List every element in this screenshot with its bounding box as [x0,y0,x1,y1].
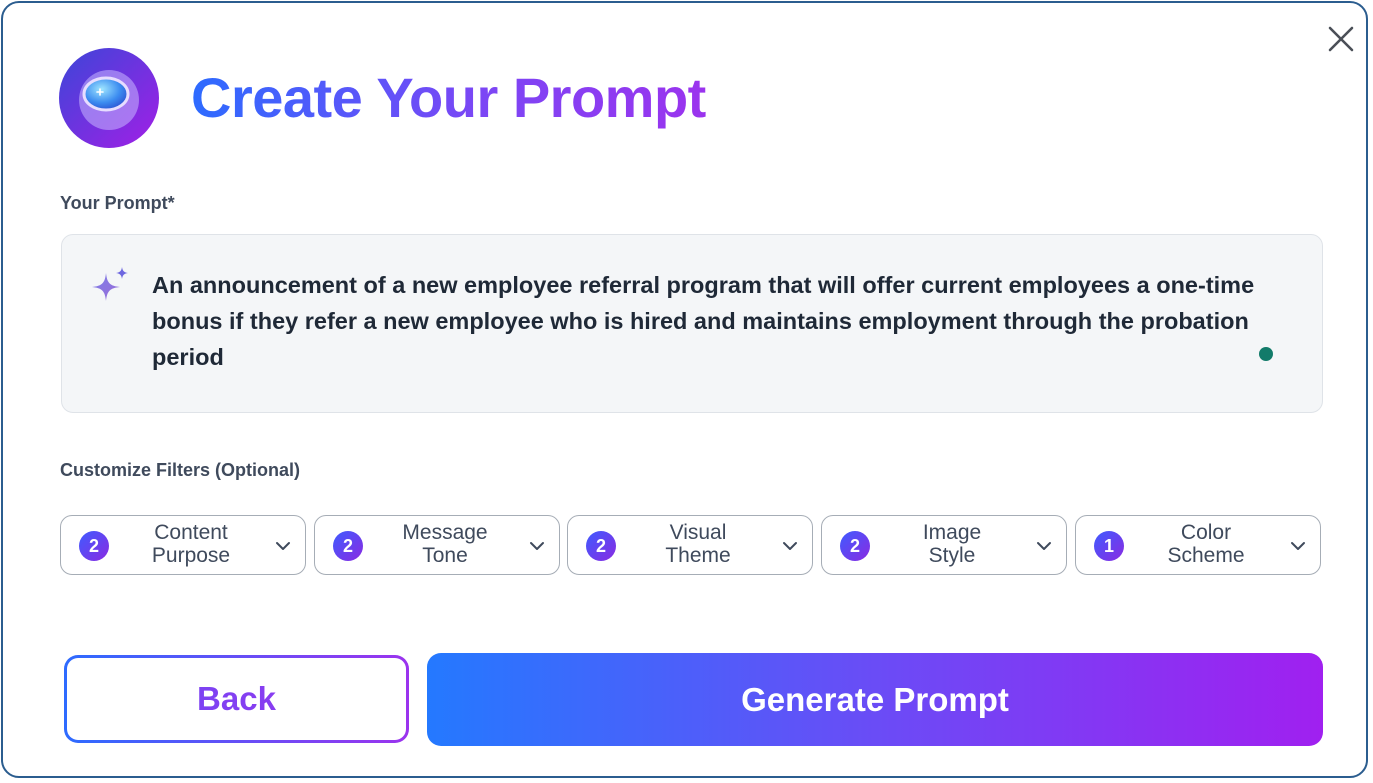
back-button[interactable]: Back [64,655,409,743]
filter-visual-theme[interactable]: 2 Visual Theme [567,515,813,575]
chevron-down-icon [783,542,797,550]
sparkle-icon [92,267,128,301]
filter-label: Message Tone [402,521,488,567]
app-logo-icon [59,48,159,148]
filter-message-tone[interactable]: 2 Message Tone [314,515,560,575]
chevron-down-icon [276,542,290,550]
dialog-title: Create Your Prompt [191,58,706,138]
prompt-input[interactable]: An announcement of a new employee referr… [61,234,1323,413]
filter-label: Color Scheme [1167,521,1245,567]
filter-label: Visual Theme [665,521,731,567]
generate-prompt-button[interactable]: Generate Prompt [427,653,1323,746]
filters-label: Customize Filters (Optional) [60,460,301,480]
chevron-down-icon [1037,542,1051,550]
chevron-down-icon [1291,542,1305,550]
filter-image-style[interactable]: 2 Image Style [821,515,1067,575]
prompt-text[interactable]: An announcement of a new employee referr… [152,267,1302,375]
filter-count-badge: 2 [840,531,870,561]
back-button-label: Back [67,658,406,740]
filter-content-purpose[interactable]: 2 Content Purpose [60,515,306,575]
status-dot [1259,347,1273,361]
filter-label: Image Style [922,521,982,567]
filter-count-badge: 2 [79,531,109,561]
create-prompt-dialog: Create Your Prompt Your Prompt* An annou… [1,1,1368,778]
close-icon[interactable] [1325,23,1357,55]
filter-label: Content Purpose [151,521,231,567]
generate-button-label: Generate Prompt [741,681,1009,718]
filter-count-badge: 2 [586,531,616,561]
filter-count-badge: 2 [333,531,363,561]
filter-color-scheme[interactable]: 1 Color Scheme [1075,515,1321,575]
chevron-down-icon [530,542,544,550]
filter-count-badge: 1 [1094,531,1124,561]
prompt-label: Your Prompt* [60,193,175,213]
